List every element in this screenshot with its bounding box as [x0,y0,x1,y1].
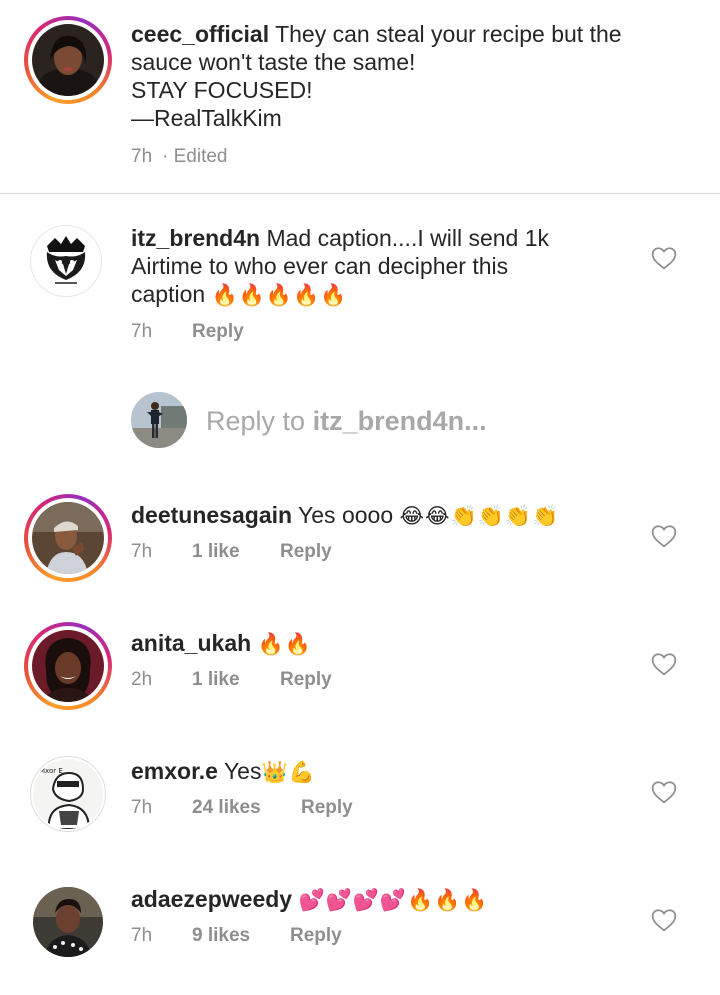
comment-item: deetunesagain Yes oooo 😂😂👏👏👏👏 7h 1 like … [0,480,720,608]
like-heart-icon[interactable] [651,246,677,270]
comment-body: Yes oooo [298,502,394,528]
commenter-avatar[interactable] [32,630,104,702]
comment-emoji: 🔥🔥🔥🔥🔥 [211,283,348,307]
reply-target: itz_brend4n... [312,406,487,436]
comment-item: itz_brend4n Mad caption....I will send 1… [0,195,720,390]
commenter-avatar[interactable] [33,228,99,294]
like-heart-icon[interactable] [651,524,677,548]
comment-timestamp: 2h [131,669,153,690]
commenter-avatar[interactable]: Mxor E [33,759,103,829]
like-heart-icon[interactable] [651,652,677,676]
caption-username[interactable]: ceec_official [131,21,269,47]
reply-button[interactable]: Reply [192,321,244,343]
caption-line-2: sauce won't taste the same! [131,49,416,75]
caption-timestamp: 7h [131,146,153,167]
comment-timestamp: 7h [131,797,153,818]
current-user-avatar [131,392,187,448]
commenter-avatar[interactable] [33,887,103,957]
like-heart-icon[interactable] [651,908,677,932]
comment-username[interactable]: adaezepweedy [131,886,292,912]
comment-body-line-1: Mad caption....I will send 1k [266,225,549,251]
reply-input[interactable]: Reply to itz_brend4n... [206,406,686,437]
comment-text: emxor.e Yes👑💪 [131,757,651,786]
comment-emoji: 🔥🔥 [257,632,312,656]
comment-text: anita_ukah 🔥🔥 [131,629,651,658]
svg-text:Mxor E: Mxor E [39,767,63,775]
comment-item: Mxor E emxor.e Yes👑💪 7h 24 likes Reply [0,736,720,864]
post-caption: ceec_official They can steal your recipe… [0,0,720,194]
caption-author-avatar[interactable] [32,24,104,96]
comment-emoji: 😂😂👏👏👏👏 [399,504,560,528]
reply-button[interactable]: Reply [280,669,332,691]
caption-text: ceec_official They can steal your recipe… [131,20,671,132]
comment-item: anita_ukah 🔥🔥 2h 1 like Reply [0,608,720,736]
caption-line-1: They can steal your recipe but the [275,21,622,47]
caption-line-4: —RealTalkKim [131,105,282,131]
like-heart-icon[interactable] [651,780,677,804]
comment-timestamp: 7h [131,541,153,562]
comment-text: adaezepweedy 💕💕💕💕🔥🔥🔥 [131,885,651,914]
comment-text: itz_brend4n Mad caption....I will send 1… [131,224,651,309]
reply-button[interactable]: Reply [301,797,353,819]
comment-timestamp: 7h [131,925,153,946]
comment-item: adaezepweedy 💕💕💕💕🔥🔥🔥 7h 9 likes Reply [0,864,720,995]
reply-button[interactable]: Reply [290,925,342,947]
comment-timestamp: 7h [131,321,153,342]
comment-username[interactable]: itz_brend4n [131,225,260,251]
comment-username[interactable]: deetunesagain [131,502,292,528]
commenter-avatar[interactable] [32,502,104,574]
reply-composer: Reply to itz_brend4n... [0,392,720,450]
comment-body: Yes [223,758,262,784]
like-count[interactable]: 1 like [192,669,240,691]
comment-emoji: 👑💪 [261,760,316,784]
reply-button[interactable]: Reply [280,541,332,563]
comment-body-line-2: Airtime to who ever can decipher this [131,253,509,279]
comment-body-line-3: caption [131,281,206,307]
comment-text: deetunesagain Yes oooo 😂😂👏👏👏👏 [131,501,651,530]
caption-line-3: STAY FOCUSED! [131,77,313,103]
caption-edited-label: · Edited [162,146,228,167]
reply-prefix: Reply to [206,406,306,436]
like-count[interactable]: 24 likes [192,797,261,819]
like-count[interactable]: 1 like [192,541,240,563]
like-count[interactable]: 9 likes [192,925,250,947]
comment-username[interactable]: emxor.e [131,758,218,784]
comment-emoji: 💕💕💕💕🔥🔥🔥 [298,888,489,912]
comment-username[interactable]: anita_ukah [131,630,251,656]
